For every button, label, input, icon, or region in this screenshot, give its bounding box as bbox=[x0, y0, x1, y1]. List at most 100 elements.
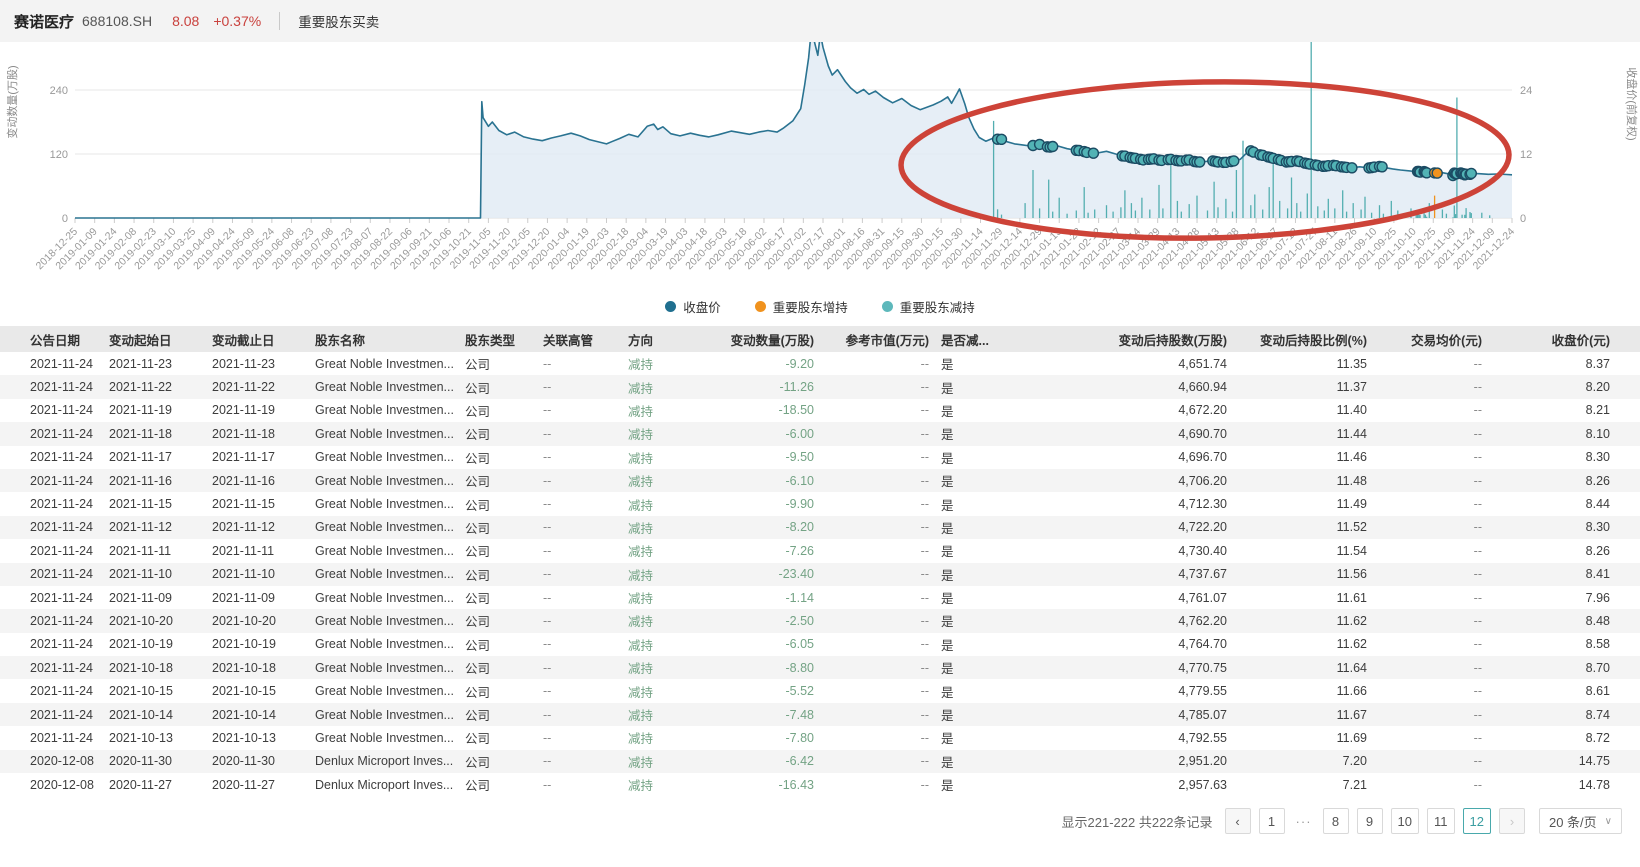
next-page-button[interactable]: › bbox=[1499, 808, 1525, 834]
cell: 公司 bbox=[459, 469, 537, 492]
cell: 8.10 bbox=[1488, 422, 1640, 445]
trade-marker[interactable] bbox=[1088, 148, 1098, 158]
cell: -6.05 bbox=[707, 633, 820, 656]
table-row[interactable]: 2021-11-242021-11-092021-11-09Great Nobl… bbox=[0, 586, 1640, 609]
cell: -7.80 bbox=[707, 726, 820, 749]
cell: -- bbox=[820, 422, 935, 445]
cell: 2021-10-19 bbox=[103, 633, 206, 656]
stock-code: 688108.SH bbox=[82, 13, 152, 29]
cell: -- bbox=[537, 586, 622, 609]
cell: 是 bbox=[935, 492, 1015, 515]
cell: -- bbox=[820, 586, 935, 609]
cell: Denlux Microport Inves... bbox=[309, 750, 459, 773]
cell: 公司 bbox=[459, 539, 537, 562]
trade-marker[interactable] bbox=[1432, 168, 1442, 178]
cell: -- bbox=[1373, 656, 1488, 679]
page-button-11[interactable]: 11 bbox=[1427, 808, 1455, 834]
cell: 公司 bbox=[459, 563, 537, 586]
table-row[interactable]: 2020-12-082020-11-272020-11-27Denlux Mic… bbox=[0, 773, 1640, 796]
trade-marker[interactable] bbox=[1229, 156, 1239, 166]
cell: -11.26 bbox=[707, 375, 820, 398]
cell: Great Noble Investmen... bbox=[309, 516, 459, 539]
cell: 公司 bbox=[459, 492, 537, 515]
trade-marker[interactable] bbox=[1048, 142, 1058, 152]
table-row[interactable]: 2021-11-242021-10-152021-10-15Great Nobl… bbox=[0, 679, 1640, 702]
table-row[interactable]: 2021-11-242021-11-222021-11-22Great Nobl… bbox=[0, 375, 1640, 398]
page-button-1[interactable]: 1 bbox=[1259, 808, 1285, 834]
table-row[interactable]: 2021-11-242021-11-172021-11-17Great Nobl… bbox=[0, 446, 1640, 469]
table-row[interactable]: 2021-11-242021-11-192021-11-19Great Nobl… bbox=[0, 399, 1640, 422]
page-button-12[interactable]: 12 bbox=[1463, 808, 1491, 834]
cell: 4,785.07 bbox=[1015, 703, 1233, 726]
table-row[interactable]: 2021-11-242021-10-182021-10-18Great Nobl… bbox=[0, 656, 1640, 679]
cell: 减持 bbox=[622, 375, 707, 398]
legend-item-收盘价[interactable]: 收盘价 bbox=[665, 297, 721, 316]
cell: -- bbox=[820, 750, 935, 773]
cell: 11.64 bbox=[1233, 656, 1373, 679]
cell: 4,690.70 bbox=[1015, 422, 1233, 445]
table-row[interactable]: 2021-11-242021-11-102021-11-10Great Nobl… bbox=[0, 563, 1640, 586]
prev-page-button[interactable]: ‹ bbox=[1225, 808, 1251, 834]
cell: 是 bbox=[935, 352, 1015, 375]
cell: -- bbox=[537, 750, 622, 773]
cell: 4,712.30 bbox=[1015, 492, 1233, 515]
cell: 4,651.74 bbox=[1015, 352, 1233, 375]
column-header: 变动数量(万股) bbox=[707, 326, 820, 352]
cell: 2021-11-22 bbox=[206, 375, 309, 398]
cell: -- bbox=[820, 773, 935, 796]
legend-item-重要股东增持[interactable]: 重要股东增持 bbox=[755, 297, 848, 316]
cell: 减持 bbox=[622, 422, 707, 445]
cell: Great Noble Investmen... bbox=[309, 539, 459, 562]
cell: 减持 bbox=[622, 750, 707, 773]
legend-item-重要股东减持[interactable]: 重要股东减持 bbox=[882, 297, 975, 316]
table-row[interactable]: 2021-11-242021-10-192021-10-19Great Nobl… bbox=[0, 633, 1640, 656]
cell: 是 bbox=[935, 750, 1015, 773]
table-row[interactable]: 2021-11-242021-10-202021-10-20Great Nobl… bbox=[0, 609, 1640, 632]
cell: 11.62 bbox=[1233, 609, 1373, 632]
trade-marker[interactable] bbox=[1466, 168, 1476, 178]
cell: -- bbox=[820, 375, 935, 398]
table-row[interactable]: 2021-11-242021-11-232021-11-23Great Nobl… bbox=[0, 352, 1640, 375]
cell: 2021-10-13 bbox=[206, 726, 309, 749]
cell: -7.48 bbox=[707, 703, 820, 726]
cell: -- bbox=[1373, 539, 1488, 562]
table-row[interactable]: 2021-11-242021-11-162021-11-16Great Nobl… bbox=[0, 469, 1640, 492]
cell: 11.40 bbox=[1233, 399, 1373, 422]
cell: -2.50 bbox=[707, 609, 820, 632]
page-button-9[interactable]: 9 bbox=[1357, 808, 1383, 834]
cell: 2021-11-18 bbox=[103, 422, 206, 445]
page-size-select[interactable]: 20 条/页∨ bbox=[1539, 808, 1622, 834]
cell: Great Noble Investmen... bbox=[309, 609, 459, 632]
table-row[interactable]: 2021-11-242021-11-122021-11-12Great Nobl… bbox=[0, 516, 1640, 539]
page-button-8[interactable]: 8 bbox=[1323, 808, 1349, 834]
trade-marker[interactable] bbox=[997, 134, 1007, 144]
cell: 2021-11-24 bbox=[0, 446, 103, 469]
cell: 11.44 bbox=[1233, 422, 1373, 445]
cell: -- bbox=[820, 656, 935, 679]
cell: 公司 bbox=[459, 773, 537, 796]
cell: 减持 bbox=[622, 633, 707, 656]
cell: 11.54 bbox=[1233, 539, 1373, 562]
table-row[interactable]: 2021-11-242021-10-132021-10-13Great Nobl… bbox=[0, 726, 1640, 749]
table-row[interactable]: 2020-12-082020-11-302020-11-30Denlux Mic… bbox=[0, 750, 1640, 773]
cell: 公司 bbox=[459, 446, 537, 469]
cell: 2020-11-30 bbox=[206, 750, 309, 773]
cell: 8.26 bbox=[1488, 539, 1640, 562]
table-row[interactable]: 2021-11-242021-10-142021-10-14Great Nobl… bbox=[0, 703, 1640, 726]
cell: -- bbox=[1373, 492, 1488, 515]
trade-marker[interactable] bbox=[1347, 163, 1357, 173]
cell: 2021-11-24 bbox=[0, 469, 103, 492]
legend-label: 收盘价 bbox=[683, 297, 721, 316]
cell: 是 bbox=[935, 773, 1015, 796]
cell: 8.72 bbox=[1488, 726, 1640, 749]
trade-marker[interactable] bbox=[1377, 162, 1387, 172]
cell: -5.52 bbox=[707, 679, 820, 702]
table-row[interactable]: 2021-11-242021-11-152021-11-15Great Nobl… bbox=[0, 492, 1640, 515]
page-button-10[interactable]: 10 bbox=[1391, 808, 1419, 834]
tab-important-shareholder-trading[interactable]: 重要股东买卖 bbox=[298, 11, 379, 31]
table-row[interactable]: 2021-11-242021-11-112021-11-11Great Nobl… bbox=[0, 539, 1640, 562]
table-row[interactable]: 2021-11-242021-11-182021-11-18Great Nobl… bbox=[0, 422, 1640, 445]
trade-marker[interactable] bbox=[1195, 157, 1205, 167]
cell: -- bbox=[537, 539, 622, 562]
right-axis-tick-label: 12 bbox=[1520, 149, 1532, 161]
